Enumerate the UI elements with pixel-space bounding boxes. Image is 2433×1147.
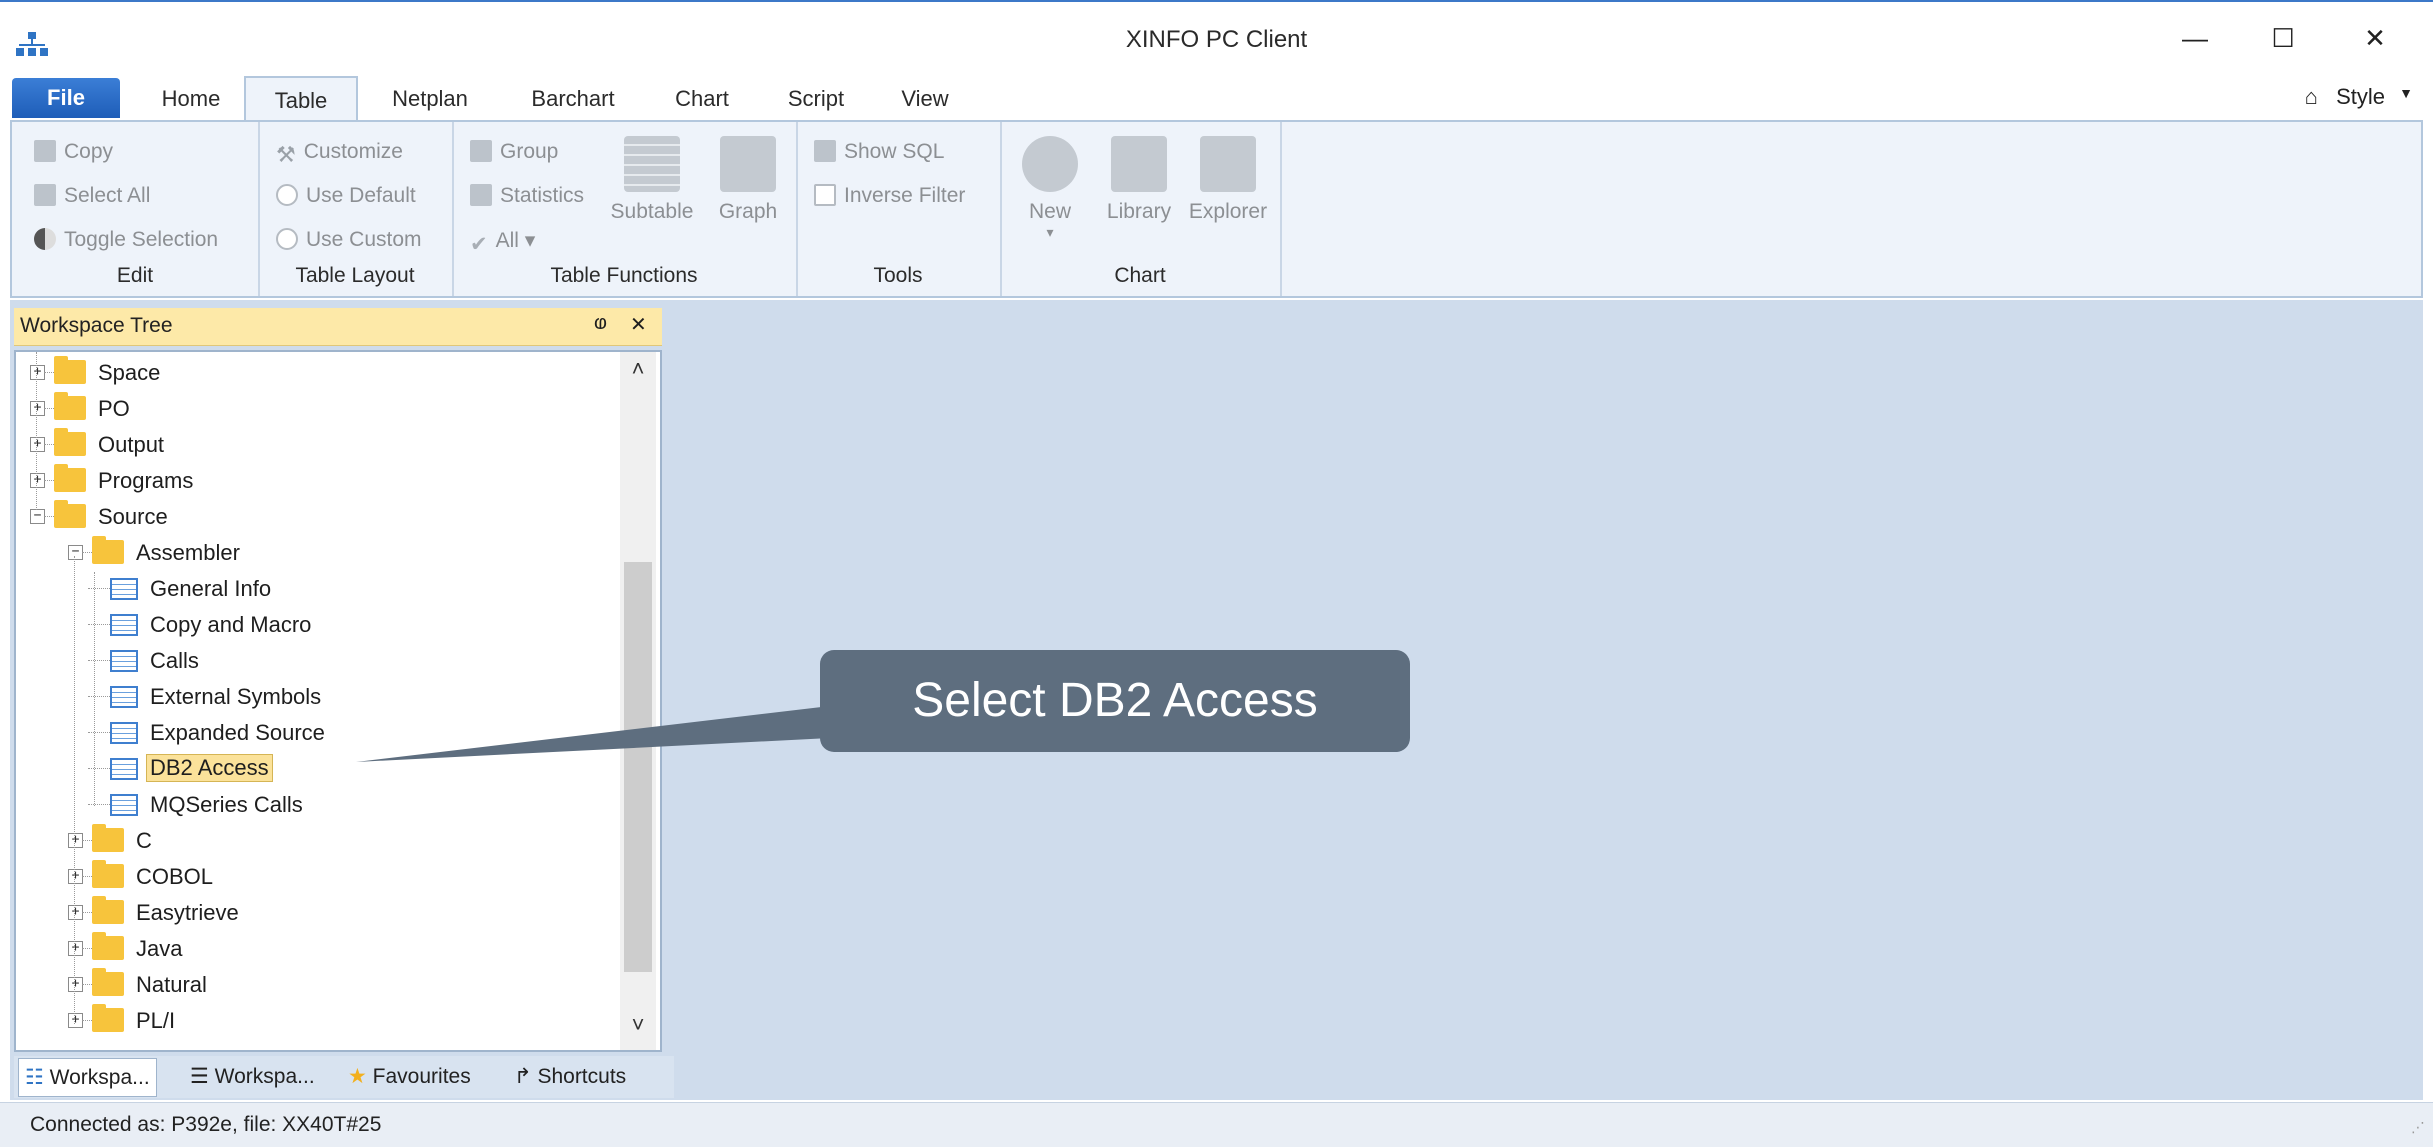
- callout-pointer: [356, 706, 830, 762]
- callout-pointer-shape: [356, 706, 830, 762]
- callout-tooltip: Select DB2 Access: [820, 650, 1410, 752]
